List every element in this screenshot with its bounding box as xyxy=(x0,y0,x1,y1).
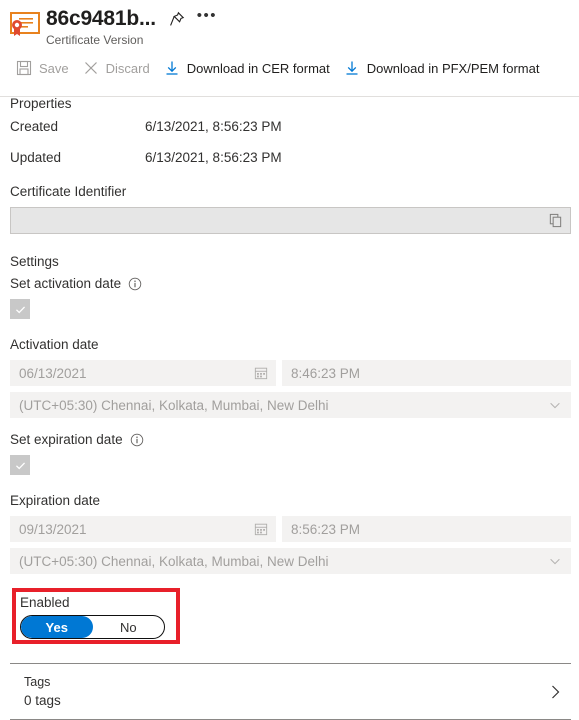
chevron-right-icon xyxy=(547,684,563,700)
expiration-date-value: 09/13/2021 xyxy=(19,521,87,537)
enabled-toggle-no[interactable]: No xyxy=(93,616,165,638)
calendar-icon[interactable] xyxy=(254,366,268,380)
activation-timezone-select[interactable]: (UTC+05:30) Chennai, Kolkata, Mumbai, Ne… xyxy=(10,392,571,418)
activation-datetime-row: 06/13/2021 8:46:23 PM xyxy=(10,360,571,386)
info-icon[interactable] xyxy=(130,433,144,447)
expiration-date-label: Expiration date xyxy=(10,493,101,508)
expiration-time-value: 8:56:23 PM xyxy=(291,521,361,537)
download-cer-button[interactable]: Download in CER format xyxy=(162,56,342,80)
command-bar-divider xyxy=(0,96,579,97)
set-activation-date-label: Set activation date xyxy=(10,276,571,291)
tags-count: 0 tags xyxy=(24,693,61,708)
tags-title: Tags xyxy=(24,675,51,689)
activation-date-input[interactable]: 06/13/2021 xyxy=(10,360,276,386)
certificate-icon xyxy=(8,8,42,42)
expiration-time-input[interactable]: 8:56:23 PM xyxy=(282,516,571,542)
tags-section[interactable]: Tags 0 tags xyxy=(10,663,571,720)
save-button[interactable]: Save xyxy=(14,56,81,80)
activation-timezone-value: (UTC+05:30) Chennai, Kolkata, Mumbai, Ne… xyxy=(19,397,329,413)
property-row-created: Created 6/13/2021, 8:56:23 PM xyxy=(10,118,571,135)
updated-label: Updated xyxy=(10,150,62,165)
page-title: 86c9481b... xyxy=(46,7,156,30)
ellipsis-icon[interactable]: ••• xyxy=(197,7,216,32)
set-expiration-date-checkbox[interactable] xyxy=(10,455,30,475)
page-subtitle: Certificate Version xyxy=(46,33,144,47)
discard-label: Discard xyxy=(105,60,150,76)
set-expiration-date-text: Set expiration date xyxy=(10,432,123,447)
download-pfx-label: Download in PFX/PEM format xyxy=(366,60,540,76)
enabled-section: Enabled Yes No xyxy=(10,588,571,645)
close-icon xyxy=(83,60,99,76)
discard-button[interactable]: Discard xyxy=(81,56,162,80)
download-icon xyxy=(344,60,360,76)
info-icon[interactable] xyxy=(128,277,142,291)
enabled-label: Enabled xyxy=(20,595,70,610)
download-pfx-button[interactable]: Download in PFX/PEM format xyxy=(342,56,552,80)
enabled-toggle[interactable]: Yes No xyxy=(20,615,165,639)
download-cer-label: Download in CER format xyxy=(186,60,330,76)
save-icon xyxy=(16,60,32,76)
set-activation-date-text: Set activation date xyxy=(10,276,122,291)
chevron-down-icon xyxy=(548,554,562,568)
certificate-identifier-input[interactable] xyxy=(10,207,571,234)
header-text-group: 86c9481b... ••• Certificate Version xyxy=(46,6,216,48)
activation-time-value: 8:46:23 PM xyxy=(291,365,361,381)
created-label: Created xyxy=(10,119,59,134)
activation-time-input[interactable]: 8:46:23 PM xyxy=(282,360,571,386)
updated-value: 6/13/2021, 8:56:23 PM xyxy=(145,150,282,165)
calendar-icon[interactable] xyxy=(254,522,268,536)
title-row: 86c9481b... ••• xyxy=(46,6,216,32)
copy-icon[interactable] xyxy=(548,213,563,228)
expiration-datetime-row: 09/13/2021 8:56:23 PM xyxy=(10,516,571,542)
activation-date-label: Activation date xyxy=(10,337,99,352)
download-icon xyxy=(164,60,180,76)
expiration-timezone-select[interactable]: (UTC+05:30) Chennai, Kolkata, Mumbai, Ne… xyxy=(10,548,571,574)
main-content: Properties Created 6/13/2021, 8:56:23 PM… xyxy=(0,96,579,720)
chevron-down-icon xyxy=(548,398,562,412)
expiration-date-input[interactable]: 09/13/2021 xyxy=(10,516,276,542)
activation-date-value: 06/13/2021 xyxy=(19,365,87,381)
certificate-identifier-label: Certificate Identifier xyxy=(10,184,127,199)
command-bar: Save Discard Download in CER format Down… xyxy=(0,52,579,84)
save-label: Save xyxy=(39,60,69,76)
expiration-timezone-value: (UTC+05:30) Chennai, Kolkata, Mumbai, Ne… xyxy=(19,553,329,569)
property-row-updated: Updated 6/13/2021, 8:56:23 PM xyxy=(10,149,571,166)
created-value: 6/13/2021, 8:56:23 PM xyxy=(145,119,282,134)
tags-text-group: Tags 0 tags xyxy=(24,673,61,710)
set-activation-date-checkbox[interactable] xyxy=(10,299,30,319)
set-expiration-date-label: Set expiration date xyxy=(10,432,571,447)
page-header: 86c9481b... ••• Certificate Version xyxy=(0,0,579,48)
properties-heading: Properties xyxy=(10,96,72,111)
enabled-toggle-yes[interactable]: Yes xyxy=(21,616,93,638)
settings-heading: Settings xyxy=(10,254,59,269)
pin-icon[interactable] xyxy=(168,10,186,28)
